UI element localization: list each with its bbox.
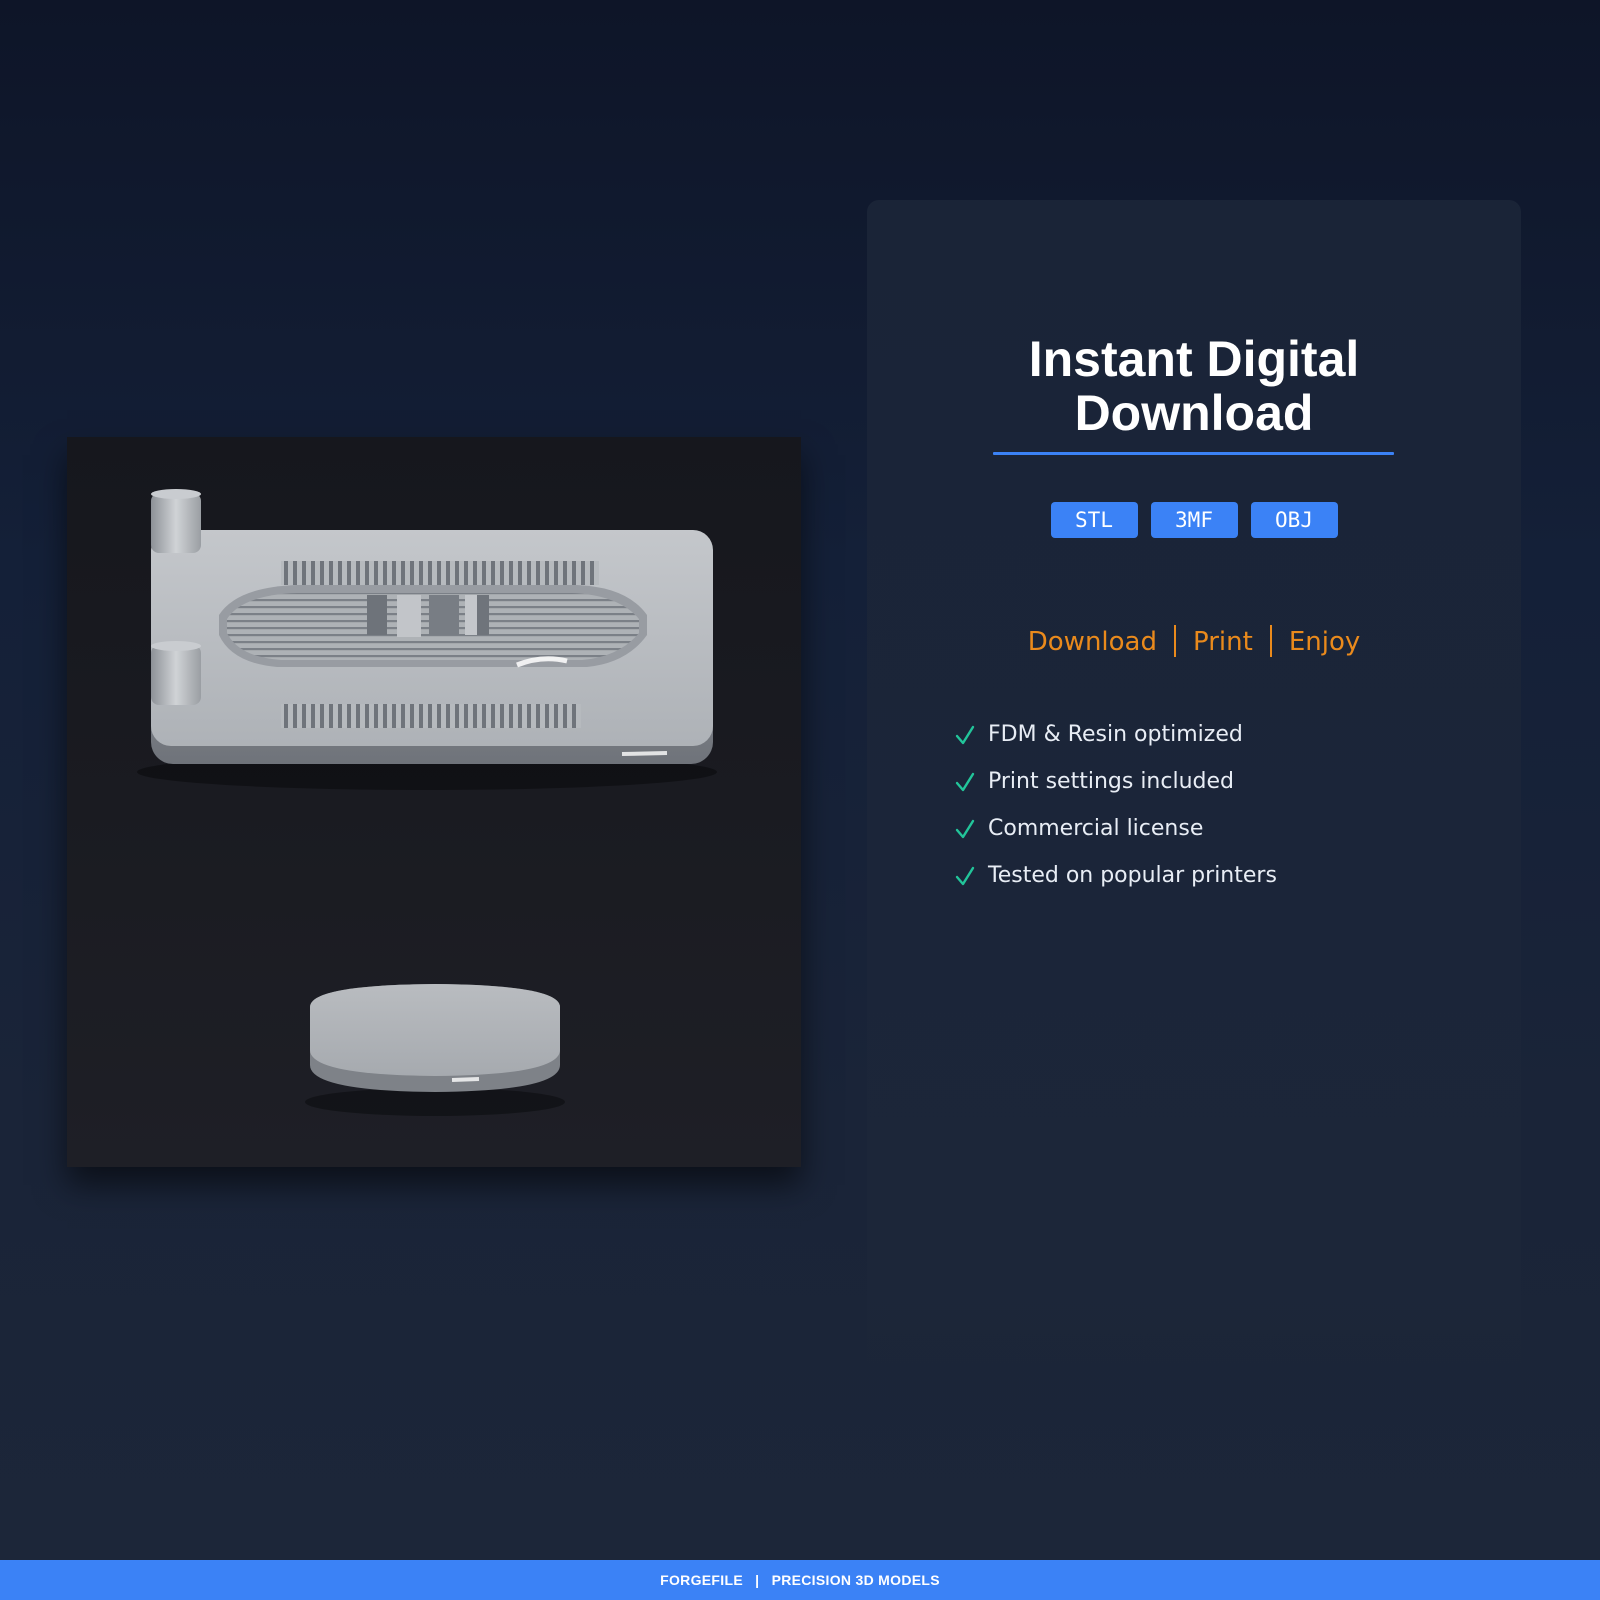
format-badge-3mf: 3MF <box>1150 502 1238 538</box>
feature-item: FDM & Resin optimized <box>955 711 1277 758</box>
card-title: Instant Digital Download <box>867 332 1521 440</box>
steps-line: Download Print Enjoy <box>867 620 1521 664</box>
check-icon <box>955 819 975 838</box>
step-separator <box>1269 624 1272 657</box>
footer-brand: FORGEFILE <box>660 1572 743 1588</box>
title-underline <box>993 452 1394 455</box>
format-badge-stl: STL <box>1050 502 1138 538</box>
footer-divider: | <box>755 1572 760 1588</box>
footer-tagline: PRECISION 3D MODELS <box>771 1572 940 1588</box>
check-icon <box>955 725 975 744</box>
format-badge-obj: OBJ <box>1250 502 1338 538</box>
check-icon <box>955 866 975 885</box>
feature-label: Print settings included <box>988 768 1234 794</box>
feature-item: Commercial license <box>955 805 1277 852</box>
step-print: Print <box>1193 627 1253 657</box>
step-download: Download <box>1027 627 1157 657</box>
check-icon <box>955 772 975 791</box>
info-card: Instant Digital Download STL 3MF OBJ Dow… <box>867 200 1521 1400</box>
footer-bar: FORGEFILE | PRECISION 3D MODELS <box>0 1560 1600 1600</box>
title-line-2: Download <box>1074 385 1314 441</box>
feature-list: FDM & Resin optimized Print settings inc… <box>955 711 1277 899</box>
feature-label: Commercial license <box>988 815 1204 841</box>
feature-item: Print settings included <box>955 758 1277 805</box>
title-line-1: Instant Digital <box>1028 331 1360 387</box>
step-separator <box>1174 624 1176 657</box>
product-3d-render <box>137 489 717 1116</box>
feature-label: FDM & Resin optimized <box>988 721 1243 747</box>
feature-label: Tested on popular printers <box>988 862 1277 888</box>
product-render-image <box>67 437 801 1167</box>
feature-item: Tested on popular printers <box>955 852 1277 899</box>
format-badges: STL 3MF OBJ <box>867 502 1521 538</box>
step-enjoy: Enjoy <box>1288 627 1361 657</box>
